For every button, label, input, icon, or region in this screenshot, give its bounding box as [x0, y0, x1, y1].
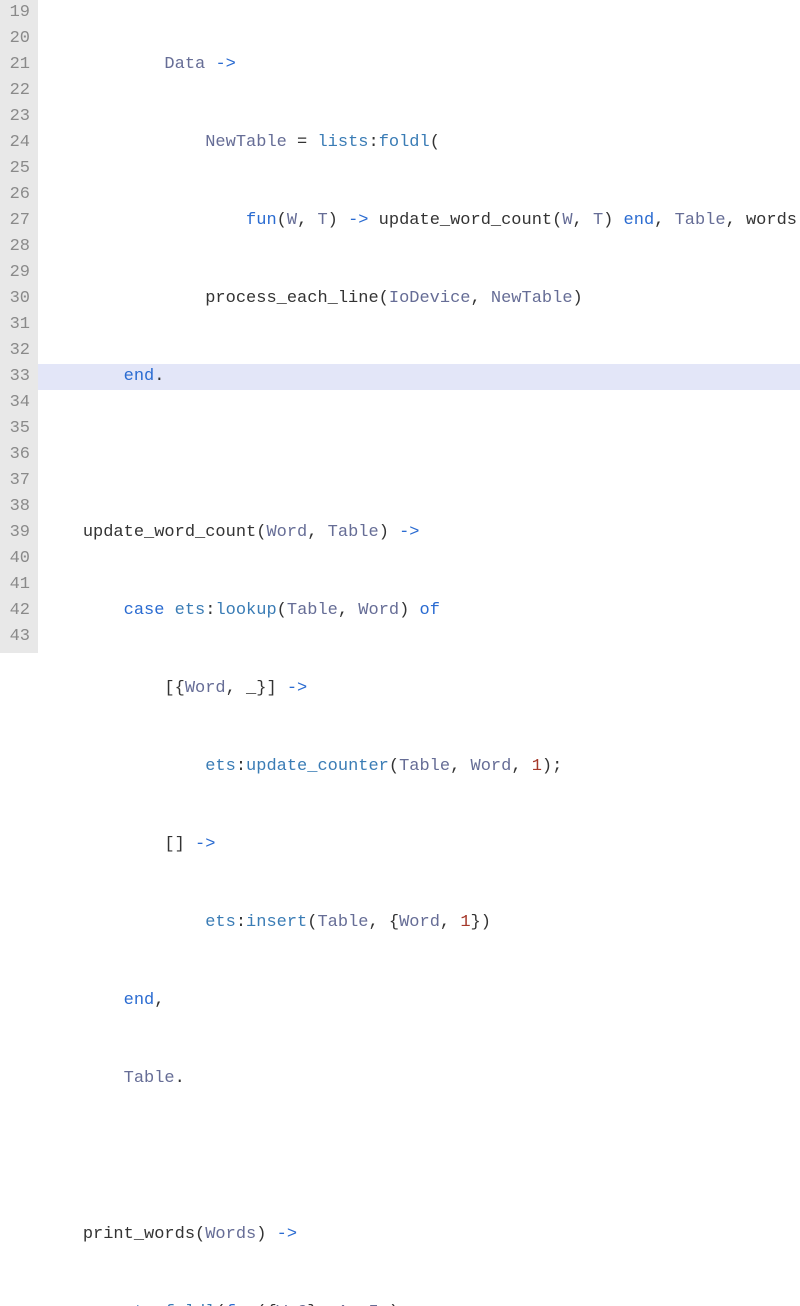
line-number: 30	[4, 286, 30, 312]
line-number: 21	[4, 52, 30, 78]
line-number: 43	[4, 624, 30, 650]
line-number: 39	[4, 520, 30, 546]
line-number: 38	[4, 494, 30, 520]
line-number: 28	[4, 234, 30, 260]
line-number: 24	[4, 130, 30, 156]
code-line[interactable]: fun(W, T) -> update_word_count(W, T) end…	[38, 208, 800, 234]
line-number: 37	[4, 468, 30, 494]
code-line[interactable]: [{Word, _}] ->	[38, 676, 800, 702]
code-line[interactable]: NewTable = lists:foldl(	[38, 130, 800, 156]
line-number: 41	[4, 572, 30, 598]
code-area[interactable]: Data -> NewTable = lists:foldl( fun(W, T…	[38, 0, 800, 653]
code-line[interactable]: [] ->	[38, 832, 800, 858]
line-number: 23	[4, 104, 30, 130]
code-line[interactable]: ets:update_counter(Table, Word, 1);	[38, 754, 800, 780]
line-number: 42	[4, 598, 30, 624]
code-line[interactable]: Data ->	[38, 52, 800, 78]
code-line[interactable]: end,	[38, 988, 800, 1014]
line-number: 34	[4, 390, 30, 416]
line-number: 40	[4, 546, 30, 572]
line-number: 27	[4, 208, 30, 234]
code-line-highlighted[interactable]: end.	[38, 364, 800, 390]
code-line[interactable]: print_words(Words) ->	[38, 1222, 800, 1248]
code-line[interactable]: case ets:lookup(Table, Word) of	[38, 598, 800, 624]
code-line[interactable]	[38, 442, 800, 468]
code-line[interactable]: ets:foldl(fun({W,C}, AccIn) ->	[38, 1300, 800, 1306]
line-number: 36	[4, 442, 30, 468]
line-number: 32	[4, 338, 30, 364]
line-number: 35	[4, 416, 30, 442]
code-line[interactable]: process_each_line(IoDevice, NewTable)	[38, 286, 800, 312]
line-number: 33	[4, 364, 30, 390]
line-number: 25	[4, 156, 30, 182]
code-editor: 19 20 21 22 23 24 25 26 27 28 29 30 31 3…	[0, 0, 800, 653]
line-number: 22	[4, 78, 30, 104]
line-number: 26	[4, 182, 30, 208]
line-number: 19	[4, 0, 30, 26]
line-number-gutter: 19 20 21 22 23 24 25 26 27 28 29 30 31 3…	[0, 0, 38, 653]
code-line[interactable]: Table.	[38, 1066, 800, 1092]
line-number: 31	[4, 312, 30, 338]
code-line[interactable]	[38, 1144, 800, 1170]
code-line[interactable]: ets:insert(Table, {Word, 1})	[38, 910, 800, 936]
code-line[interactable]: update_word_count(Word, Table) ->	[38, 520, 800, 546]
line-number: 20	[4, 26, 30, 52]
line-number: 29	[4, 260, 30, 286]
